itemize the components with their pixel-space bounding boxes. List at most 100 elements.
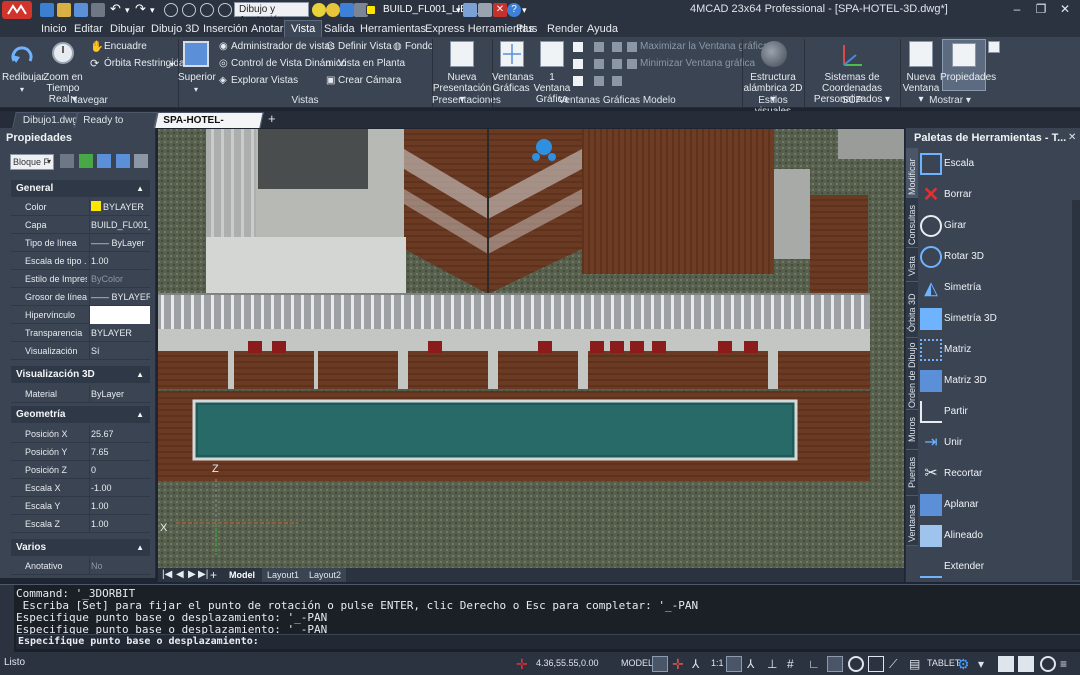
redraw-icon[interactable]: [8, 41, 36, 69]
pan-hand-icon[interactable]: ✋: [90, 41, 104, 53]
vtab-orbita-3d[interactable]: Órbita 3D: [906, 282, 918, 338]
redo-icon[interactable]: ↷: [135, 2, 149, 17]
undo-icon[interactable]: ↶: [110, 2, 124, 17]
prop-row-transparencia[interactable]: Transparencia BYLAYER: [11, 324, 150, 342]
tool-aplanar[interactable]: Aplanar: [918, 490, 1068, 520]
fondo-button[interactable]: Fondo: [405, 40, 433, 54]
gizmo-icon[interactable]: ⟋: [889, 656, 905, 672]
grid-icon[interactable]: #: [787, 656, 803, 672]
section-visualizacion-3d[interactable]: Visualización 3D ▲: [11, 366, 150, 383]
new-layout-icon[interactable]: [450, 41, 474, 67]
tablet-toggle[interactable]: TABLET: [927, 658, 960, 668]
prop-value[interactable]: ByLayer: [89, 385, 150, 403]
explorar-vistas-button[interactable]: Explorar Vistas: [231, 74, 298, 88]
filter-dropdown-icon[interactable]: ▾: [47, 155, 51, 169]
doc-tab-spa-hotel[interactable]: SPA-HOTEL-3D.dwg* ×: [154, 112, 264, 156]
menu-dibujo-3d[interactable]: Dibujo 3D: [150, 21, 200, 37]
collapse-icon[interactable]: ▲: [136, 180, 144, 197]
filter-icon[interactable]: [116, 154, 130, 168]
layer-manager-icon[interactable]: [463, 3, 477, 17]
crear-camara-button[interactable]: Crear Cámara: [338, 74, 401, 88]
viewport-layout-icon-2[interactable]: [573, 59, 583, 69]
print-icon[interactable]: [91, 3, 105, 17]
polar-icon[interactable]: [726, 656, 742, 672]
orbit-icon[interactable]: ⟳: [90, 58, 102, 70]
vtab-orden-dibujo[interactable]: Orden de Dibujo: [906, 338, 918, 410]
help-icon[interactable]: ?: [507, 3, 521, 17]
menu-inicio[interactable]: Inicio: [40, 21, 68, 37]
tool-matriz-3d[interactable]: Matriz 3D: [918, 366, 1068, 396]
prop-value[interactable]: —— ByLayer: [89, 234, 150, 252]
save-icon[interactable]: [74, 3, 88, 17]
viewport-layout-icon-3[interactable]: [573, 76, 583, 86]
last-layout-icon[interactable]: ▶|: [198, 568, 208, 582]
prop-value[interactable]: BYLAYER: [89, 324, 150, 342]
clean-screen-icon[interactable]: [998, 656, 1014, 672]
quick-select-icon[interactable]: [97, 154, 111, 168]
palette-scrollbar[interactable]: [1072, 200, 1080, 580]
annotation-scale[interactable]: 1:1: [711, 658, 724, 668]
superior-dropdown-icon[interactable]: ▾: [178, 84, 214, 95]
prop-value[interactable]: 1.00: [89, 515, 150, 533]
mostrar-dropdown-icon[interactable]: ▾: [963, 95, 971, 106]
menu-plus[interactable]: Plus: [515, 21, 538, 37]
tool-partir[interactable]: Partir: [918, 397, 1068, 427]
doc-tab-ready-to-print[interactable]: Ready to print.dwg*: [74, 112, 158, 141]
prop-row-grosor-linea[interactable]: Grosor de línea —— BYLAYER: [11, 288, 150, 306]
collapse-icon[interactable]: ▲: [136, 406, 144, 423]
maximizar-ventana-grafica-button[interactable]: Maximizar la Ventana gráfica: [640, 40, 768, 54]
prop-row-hipervinculo[interactable]: Hipervínculo: [11, 306, 150, 324]
prop-row-escala-tipo[interactable]: Escala de tipo ... 1.00: [11, 252, 150, 270]
doc-tab-dibujo1[interactable]: Dibujo1.dwg: [12, 112, 78, 128]
prop-value[interactable]: 0: [89, 461, 150, 479]
menu-salida[interactable]: Salida: [323, 21, 356, 37]
close-drawing-icon[interactable]: ✕: [493, 3, 507, 17]
vtab-modificar[interactable]: Modificar: [906, 148, 918, 198]
tab-layout2[interactable]: Layout2: [304, 568, 347, 582]
prop-row-tipo-linea[interactable]: Tipo de línea —— ByLayer: [11, 234, 150, 252]
prop-row-posicion-z[interactable]: Posición Z 0: [11, 461, 150, 479]
section-general[interactable]: General ▲: [11, 180, 150, 197]
lock-icon[interactable]: [340, 3, 354, 17]
collapse-icon[interactable]: ▲: [136, 539, 144, 556]
sun-icon[interactable]: [326, 3, 340, 17]
lineweight-icon[interactable]: ∟: [808, 656, 824, 672]
tool-palette-icon[interactable]: [988, 41, 1000, 53]
section-varios[interactable]: Varios ▲: [11, 539, 150, 556]
vtab-vista[interactable]: Vista: [906, 248, 918, 282]
prop-value-color[interactable]: BYLAYER: [89, 198, 150, 216]
workspace-select[interactable]: Dibujo y Anotación: [234, 2, 309, 26]
tool-rotar-3d[interactable]: Rotar 3D: [918, 242, 1068, 272]
zoom-realtime-icon[interactable]: [50, 40, 76, 68]
first-layout-icon[interactable]: |◀: [162, 568, 172, 582]
coordinate-readout[interactable]: 4.36,55.55,0.00: [536, 658, 599, 668]
menu-herramientas[interactable]: Herramientas: [359, 21, 427, 37]
viewport-split-icon-1[interactable]: [594, 42, 604, 52]
menu-anotar[interactable]: Anotar: [250, 21, 284, 37]
minimize-icon[interactable]: –: [1010, 2, 1024, 16]
properties-filter-select[interactable]: Bloque F ▾: [10, 154, 54, 170]
toggle-pickadd-icon[interactable]: [60, 154, 74, 168]
vtab-puertas[interactable]: Puertas: [906, 450, 918, 496]
tool-extender[interactable]: Extender: [918, 552, 1068, 582]
tool-alineado[interactable]: Alineado: [918, 521, 1068, 551]
menu-ayuda[interactable]: Ayuda: [586, 21, 619, 37]
ortho-icon[interactable]: ⅄: [692, 656, 708, 672]
orbit-dropdown-icon[interactable]: ▾: [170, 60, 178, 70]
osnap-tracking-icon[interactable]: ⊥: [767, 656, 783, 672]
vtab-muros[interactable]: Muros: [906, 410, 918, 450]
definir-vista-button[interactable]: Definir Vista: [338, 40, 392, 54]
drawing-viewport[interactable]: Z X: [158, 129, 904, 568]
redibujar-button[interactable]: Redibujar: [2, 72, 45, 83]
workspace-icon[interactable]: ▾: [978, 656, 994, 672]
circle-tool-icon[interactable]: [164, 3, 178, 17]
prop-value[interactable]: 1.00: [89, 497, 150, 515]
prop-value[interactable]: 7.65: [89, 443, 150, 461]
superior-button[interactable]: Superior: [178, 72, 216, 83]
info-icon[interactable]: [1040, 656, 1056, 672]
prop-value[interactable]: No: [89, 557, 150, 575]
viewport-split-icon-2[interactable]: [594, 59, 604, 69]
prop-value[interactable]: 1.00: [89, 252, 150, 270]
tab-layout1[interactable]: Layout1: [262, 568, 305, 582]
add-tab-icon[interactable]: +: [268, 111, 276, 126]
